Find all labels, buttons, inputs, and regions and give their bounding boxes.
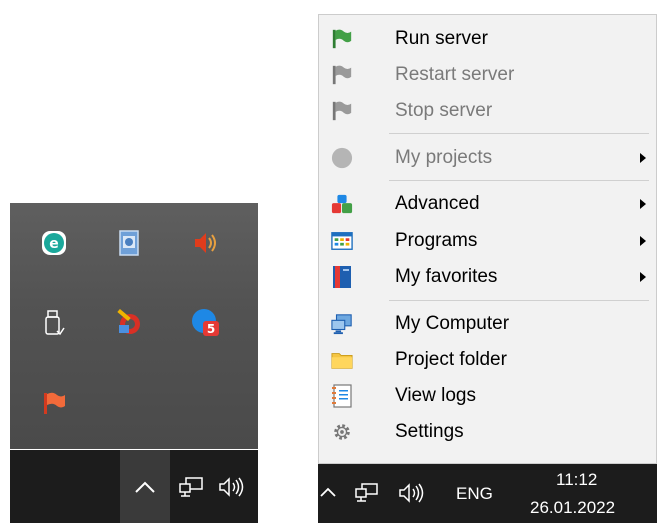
chevron-up-icon[interactable]: [320, 486, 336, 498]
folder-icon: [331, 349, 353, 371]
chevron-up-icon: [135, 481, 155, 493]
menu-item-label: Advanced: [395, 193, 480, 214]
submenu-arrow-icon: [640, 199, 646, 209]
svg-text:e: e: [49, 236, 59, 252]
submenu-arrow-icon: [640, 153, 646, 163]
menu-separator: [389, 180, 649, 181]
submenu-arrow-icon: [640, 272, 646, 282]
menu-item-advanced[interactable]: Advanced: [319, 186, 656, 222]
menu-item-label: Settings: [395, 421, 464, 442]
clock-time[interactable]: 11:12: [556, 470, 597, 490]
menu-separator: [389, 133, 649, 134]
speaker-muted-icon[interactable]: [190, 227, 222, 259]
taskbar-left: [10, 450, 258, 523]
menu-item-label: Run server: [395, 28, 488, 49]
menu-item-my-projects[interactable]: My projects: [319, 140, 656, 176]
menu-item-view-logs[interactable]: View logs: [319, 378, 656, 414]
volume-icon[interactable]: [218, 476, 248, 498]
menu-item-label: Restart server: [395, 64, 515, 85]
programs-grid-icon: [331, 230, 353, 252]
show-hidden-icons-button[interactable]: [120, 450, 170, 523]
menu-separator: [389, 300, 649, 301]
menu-item-project-folder[interactable]: Project folder: [319, 342, 656, 378]
menu-item-programs[interactable]: Programs: [319, 223, 656, 259]
menu-item-run-server[interactable]: Run server: [319, 21, 656, 57]
gray-flag-icon: [331, 100, 353, 122]
document-app-icon[interactable]: [113, 227, 145, 259]
menu-item-my-favorites[interactable]: My favorites: [319, 259, 656, 295]
notification-badge-icon[interactable]: 5: [190, 307, 222, 339]
clock-date[interactable]: 26.01.2022: [530, 498, 615, 518]
gray-circle-icon: [331, 147, 353, 169]
submenu-arrow-icon: [640, 236, 646, 246]
svg-text:5: 5: [207, 322, 215, 336]
eset-icon[interactable]: e: [38, 227, 70, 259]
blocks-icon: [331, 193, 353, 215]
menu-item-stop-server[interactable]: Stop server: [319, 93, 656, 129]
server-flag-icon[interactable]: [38, 387, 70, 419]
gray-flag-icon: [331, 64, 353, 86]
menu-item-label: My Computer: [395, 313, 510, 334]
network-icon[interactable]: [178, 476, 206, 498]
server-context-menu: Run server Restart server Stop server My…: [318, 14, 657, 464]
favorites-book-icon: [331, 266, 353, 288]
menu-item-label: View logs: [395, 385, 476, 406]
taskbar-right: ENG 11:12 26.01.2022: [318, 464, 657, 523]
green-flag-icon: [331, 28, 353, 50]
network-icon[interactable]: [354, 482, 380, 504]
menu-item-label: Programs: [395, 230, 478, 251]
usb-drive-icon[interactable]: [38, 307, 70, 339]
menu-item-settings[interactable]: Settings: [319, 414, 656, 450]
tray-overflow-flyout: e 5: [10, 203, 258, 449]
gear-icon: [331, 421, 353, 443]
menu-item-label: My favorites: [395, 266, 498, 287]
computer-icon: [331, 313, 353, 335]
menu-item-label: Stop server: [395, 100, 493, 121]
menu-item-my-computer[interactable]: My Computer: [319, 306, 656, 342]
menu-item-restart-server[interactable]: Restart server: [319, 57, 656, 93]
language-indicator[interactable]: ENG: [456, 484, 493, 504]
menu-item-label: My projects: [395, 147, 493, 168]
volume-icon[interactable]: [398, 482, 428, 504]
ccleaner-icon[interactable]: [113, 307, 145, 339]
log-notebook-icon: [331, 384, 353, 408]
menu-item-label: Project folder: [395, 349, 507, 370]
